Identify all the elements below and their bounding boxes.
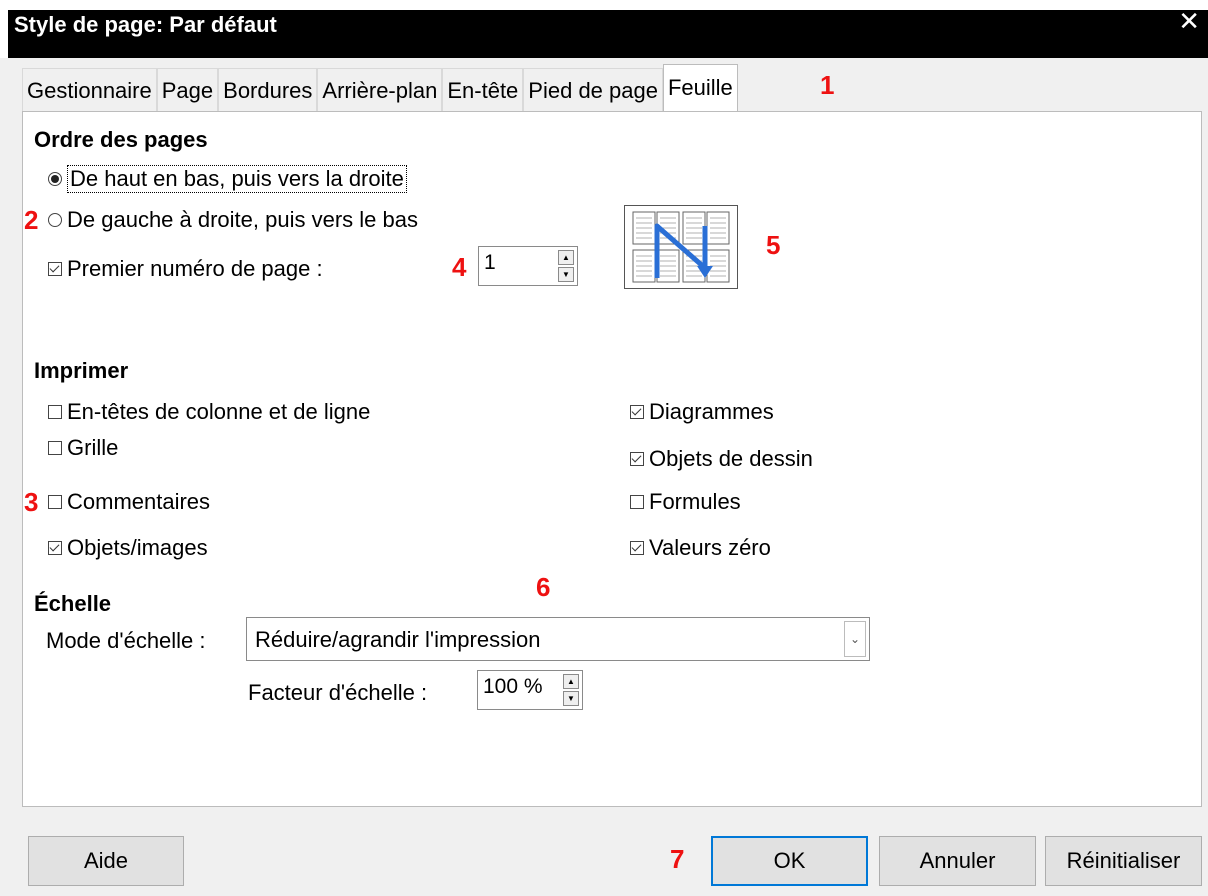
stepper-up-icon[interactable]: ▲ bbox=[558, 250, 574, 265]
tab-en-tete[interactable]: En-tête bbox=[442, 68, 524, 112]
checkbox-formulas[interactable] bbox=[630, 495, 644, 509]
scale-factor-value: 100 % bbox=[483, 675, 543, 698]
print-formulas-label: Formules bbox=[649, 489, 741, 514]
checkbox-zero-values[interactable] bbox=[630, 541, 644, 555]
print-objects-images-label: Objets/images bbox=[67, 535, 208, 560]
close-icon[interactable]: ✕ bbox=[1178, 6, 1200, 36]
window-title: Style de page: Par défaut bbox=[14, 12, 277, 37]
radio-left-then-down[interactable]: De gauche à droite, puis vers le bas bbox=[48, 207, 418, 233]
tab-pied-de-page[interactable]: Pied de page bbox=[523, 68, 663, 112]
annotation-marker-7: 7 bbox=[670, 844, 685, 874]
print-grid-label: Grille bbox=[67, 435, 119, 460]
checkbox-charts[interactable] bbox=[630, 405, 644, 419]
stepper-buttons: ▲ ▼ bbox=[563, 674, 579, 706]
annotation-marker-5: 5 bbox=[766, 230, 781, 260]
checkbox-objects-images[interactable] bbox=[48, 541, 62, 555]
print-column-row-headers[interactable]: En-têtes de colonne et de ligne bbox=[48, 399, 370, 425]
radio-top-then-right[interactable]: De haut en bas, puis vers la droite bbox=[48, 165, 407, 193]
print-comments[interactable]: Commentaires bbox=[48, 489, 210, 515]
checkbox-drawing-objects[interactable] bbox=[630, 452, 644, 466]
print-objects-images[interactable]: Objets/images bbox=[48, 535, 208, 561]
tab-bordures[interactable]: Bordures bbox=[218, 68, 318, 112]
reset-button[interactable]: Réinitialiser bbox=[1045, 836, 1202, 886]
print-heading: Imprimer bbox=[34, 358, 129, 383]
checkbox-column-row-headers[interactable] bbox=[48, 405, 62, 419]
print-zero-values[interactable]: Valeurs zéro bbox=[630, 535, 771, 561]
print-column-row-headers-label: En-têtes de colonne et de ligne bbox=[67, 399, 371, 424]
checkbox-comments[interactable] bbox=[48, 495, 62, 509]
stepper-up-icon[interactable]: ▲ bbox=[563, 674, 579, 689]
annotation-marker-6: 6 bbox=[536, 572, 551, 602]
radio-dot-selected[interactable] bbox=[48, 172, 62, 186]
cancel-button[interactable]: Annuler bbox=[879, 836, 1036, 886]
print-grid[interactable]: Grille bbox=[48, 435, 118, 461]
print-drawing-objects-label: Objets de dessin bbox=[649, 446, 813, 471]
page-order-preview-image bbox=[624, 205, 738, 289]
help-button[interactable]: Aide bbox=[28, 836, 184, 886]
ok-button[interactable]: OK bbox=[711, 836, 868, 886]
chevron-down-icon[interactable]: ⌄ bbox=[844, 621, 866, 657]
tab-gestionnaire[interactable]: Gestionnaire bbox=[22, 68, 157, 112]
scale-mode-label: Mode d'échelle : bbox=[46, 628, 206, 653]
scale-mode-value: Réduire/agrandir l'impression bbox=[255, 627, 541, 652]
stepper-buttons: ▲ ▼ bbox=[558, 250, 574, 282]
tab-page[interactable]: Page bbox=[156, 68, 219, 112]
stepper-down-icon[interactable]: ▼ bbox=[558, 267, 574, 282]
print-charts-label: Diagrammes bbox=[649, 399, 774, 424]
page-order-heading: Ordre des pages bbox=[34, 127, 208, 152]
print-zero-values-label: Valeurs zéro bbox=[649, 535, 771, 560]
tab-arriere-plan[interactable]: Arrière-plan bbox=[317, 68, 443, 112]
scale-factor-label: Facteur d'échelle : bbox=[248, 680, 428, 705]
title-bar: Style de page: Par défaut ✕ bbox=[0, 0, 1208, 58]
print-charts[interactable]: Diagrammes bbox=[630, 399, 774, 425]
stepper-down-icon[interactable]: ▼ bbox=[563, 691, 579, 706]
annotation-marker-3: 3 bbox=[24, 487, 39, 517]
radio-top-then-right-label: De haut en bas, puis vers la droite bbox=[67, 165, 407, 193]
print-comments-label: Commentaires bbox=[67, 489, 211, 514]
checkbox-grid[interactable] bbox=[48, 441, 62, 455]
page-order-top-down-icon bbox=[632, 211, 730, 283]
first-page-number-stepper[interactable]: 1 ▲ ▼ bbox=[478, 246, 578, 286]
checkbox-first-page-number[interactable] bbox=[48, 262, 62, 276]
first-page-number-checkbox[interactable]: Premier numéro de page : bbox=[48, 256, 323, 282]
scale-factor-stepper[interactable]: 100 % ▲ ▼ bbox=[477, 670, 583, 710]
first-page-number-label: Premier numéro de page : bbox=[67, 256, 323, 281]
tab-feuille[interactable]: Feuille bbox=[662, 64, 738, 112]
scale-mode-dropdown[interactable]: Réduire/agrandir l'impression ⌄ bbox=[246, 617, 870, 661]
radio-left-then-down-label: De gauche à droite, puis vers le bas bbox=[67, 207, 418, 232]
print-formulas[interactable]: Formules bbox=[630, 489, 741, 515]
print-drawing-objects[interactable]: Objets de dessin bbox=[630, 446, 813, 472]
annotation-marker-1: 1 bbox=[820, 70, 835, 100]
radio-dot-unselected[interactable] bbox=[48, 213, 62, 227]
tab-bar: Gestionnaire Page Bordures Arrière-plan … bbox=[22, 64, 738, 112]
annotation-marker-2: 2 bbox=[24, 205, 39, 235]
scale-heading: Échelle bbox=[34, 591, 112, 616]
first-page-number-value: 1 bbox=[484, 251, 496, 274]
annotation-marker-4: 4 bbox=[452, 252, 467, 282]
